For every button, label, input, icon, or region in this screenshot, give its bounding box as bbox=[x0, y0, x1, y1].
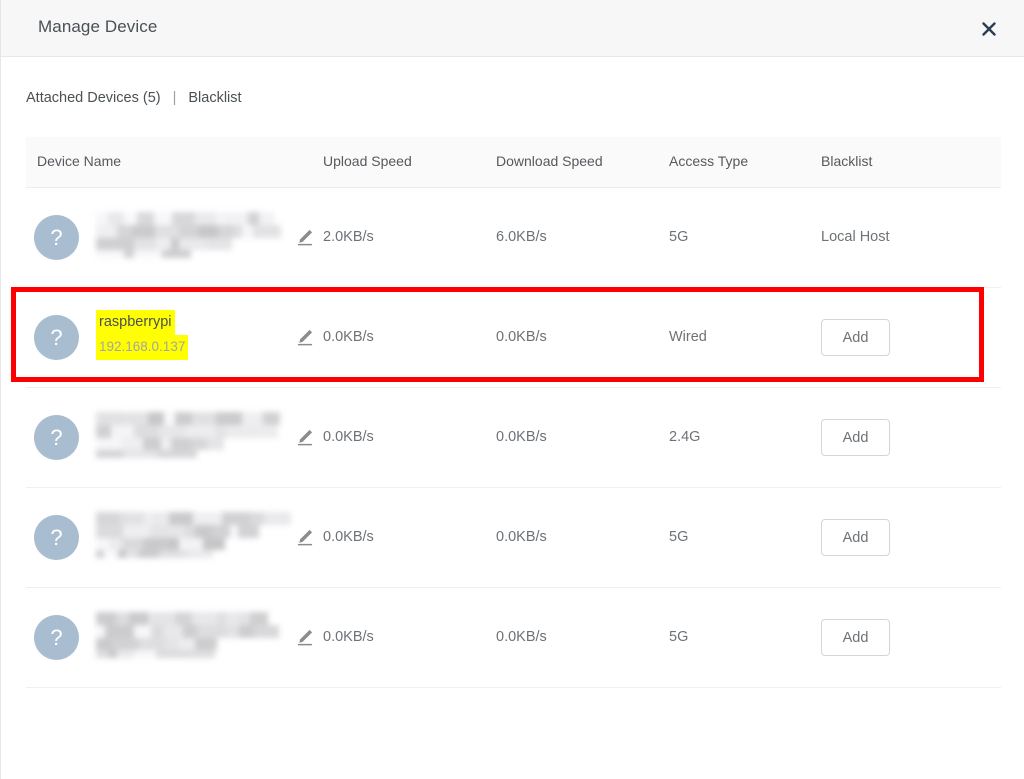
upload-speed-value: 0.0KB/s bbox=[323, 629, 374, 645]
table-header-row: Device Name Upload Speed Download Speed … bbox=[26, 137, 1001, 188]
device-name-text: raspberrypi bbox=[96, 310, 281, 335]
device-ip-text: 192.168.0.137 bbox=[96, 335, 281, 360]
column-header-upload-speed: Upload Speed bbox=[323, 153, 412, 169]
dialog-titlebar: Manage Device bbox=[1, 0, 1024, 57]
device-avatar-unknown-icon: ? bbox=[34, 215, 79, 260]
upload-speed-value: 0.0KB/s bbox=[323, 329, 374, 345]
download-speed-value: 0.0KB/s bbox=[496, 429, 547, 445]
tab-attached-devices[interactable]: Attached Devices (5) bbox=[26, 90, 161, 106]
device-name-cell bbox=[96, 510, 291, 565]
redacted-device-name bbox=[96, 212, 281, 258]
manage-device-dialog: Manage Device Attached Devices (5) | Bla… bbox=[0, 0, 1024, 779]
download-speed-value: 0.0KB/s bbox=[496, 329, 547, 345]
tab-bar: Attached Devices (5) | Blacklist bbox=[26, 90, 242, 106]
column-header-download-speed: Download Speed bbox=[496, 153, 603, 169]
add-to-blacklist-button[interactable]: Add bbox=[821, 319, 890, 356]
download-speed-value: 6.0KB/s bbox=[496, 229, 547, 245]
access-type-value: 5G bbox=[669, 629, 689, 645]
add-to-blacklist-button[interactable]: Add bbox=[821, 619, 890, 656]
device-name-cell bbox=[96, 610, 281, 665]
column-header-device-name: Device Name bbox=[37, 153, 122, 169]
table-body: ? 2.0KB/s 6.0KB/s 5G Local Host? raspberrypi 1… bbox=[26, 188, 1001, 688]
tab-separator: | bbox=[172, 90, 177, 106]
access-type-value: 2.4G bbox=[669, 429, 701, 445]
upload-speed-value: 0.0KB/s bbox=[323, 529, 374, 545]
add-to-blacklist-button[interactable]: Add bbox=[821, 419, 890, 456]
redacted-device-name bbox=[96, 412, 280, 458]
edit-device-name-pencil-icon[interactable] bbox=[295, 427, 315, 447]
edit-device-name-pencil-icon[interactable] bbox=[295, 227, 315, 247]
device-table: Device Name Upload Speed Download Speed … bbox=[26, 137, 1001, 688]
column-header-access-type: Access Type bbox=[669, 153, 749, 169]
device-name-cell: raspberrypi 192.168.0.137 bbox=[96, 310, 281, 365]
access-type-value: 5G bbox=[669, 229, 689, 245]
table-row: ? raspberrypi 192.168.0.137 0.0KB/s 0.0KB/s W… bbox=[26, 288, 1001, 388]
table-row: ? 0.0KB/s 0.0KB/s 2.4G Add bbox=[26, 388, 1001, 488]
blacklist-status-text: Local Host bbox=[821, 229, 890, 245]
table-row: ? 2.0KB/s 6.0KB/s 5G Local Host bbox=[26, 188, 1001, 288]
add-to-blacklist-button[interactable]: Add bbox=[821, 519, 890, 556]
device-avatar-unknown-icon: ? bbox=[34, 615, 79, 660]
table-row: ? 0.0KB/s 0.0KB/s 5G Add bbox=[26, 588, 1001, 688]
edit-device-name-pencil-icon[interactable] bbox=[295, 527, 315, 547]
device-name-cell bbox=[96, 410, 281, 465]
page-title: Manage Device bbox=[38, 17, 158, 36]
edit-device-name-pencil-icon[interactable] bbox=[295, 627, 315, 647]
table-row: ? 0.0KB/s 0.0KB/s 5G Add bbox=[26, 488, 1001, 588]
device-avatar-unknown-icon: ? bbox=[34, 515, 79, 560]
device-name-cell bbox=[96, 210, 281, 265]
download-speed-value: 0.0KB/s bbox=[496, 629, 547, 645]
download-speed-value: 0.0KB/s bbox=[496, 529, 547, 545]
device-avatar-unknown-icon: ? bbox=[34, 315, 79, 360]
access-type-value: Wired bbox=[669, 329, 707, 345]
edit-device-name-pencil-icon[interactable] bbox=[295, 327, 315, 347]
column-header-blacklist: Blacklist bbox=[821, 153, 873, 169]
upload-speed-value: 0.0KB/s bbox=[323, 429, 374, 445]
access-type-value: 5G bbox=[669, 529, 689, 545]
redacted-device-name bbox=[96, 612, 279, 658]
tab-blacklist[interactable]: Blacklist bbox=[188, 90, 241, 106]
close-icon[interactable] bbox=[974, 14, 1004, 44]
redacted-device-name bbox=[96, 512, 291, 558]
device-avatar-unknown-icon: ? bbox=[34, 415, 79, 460]
upload-speed-value: 2.0KB/s bbox=[323, 229, 374, 245]
